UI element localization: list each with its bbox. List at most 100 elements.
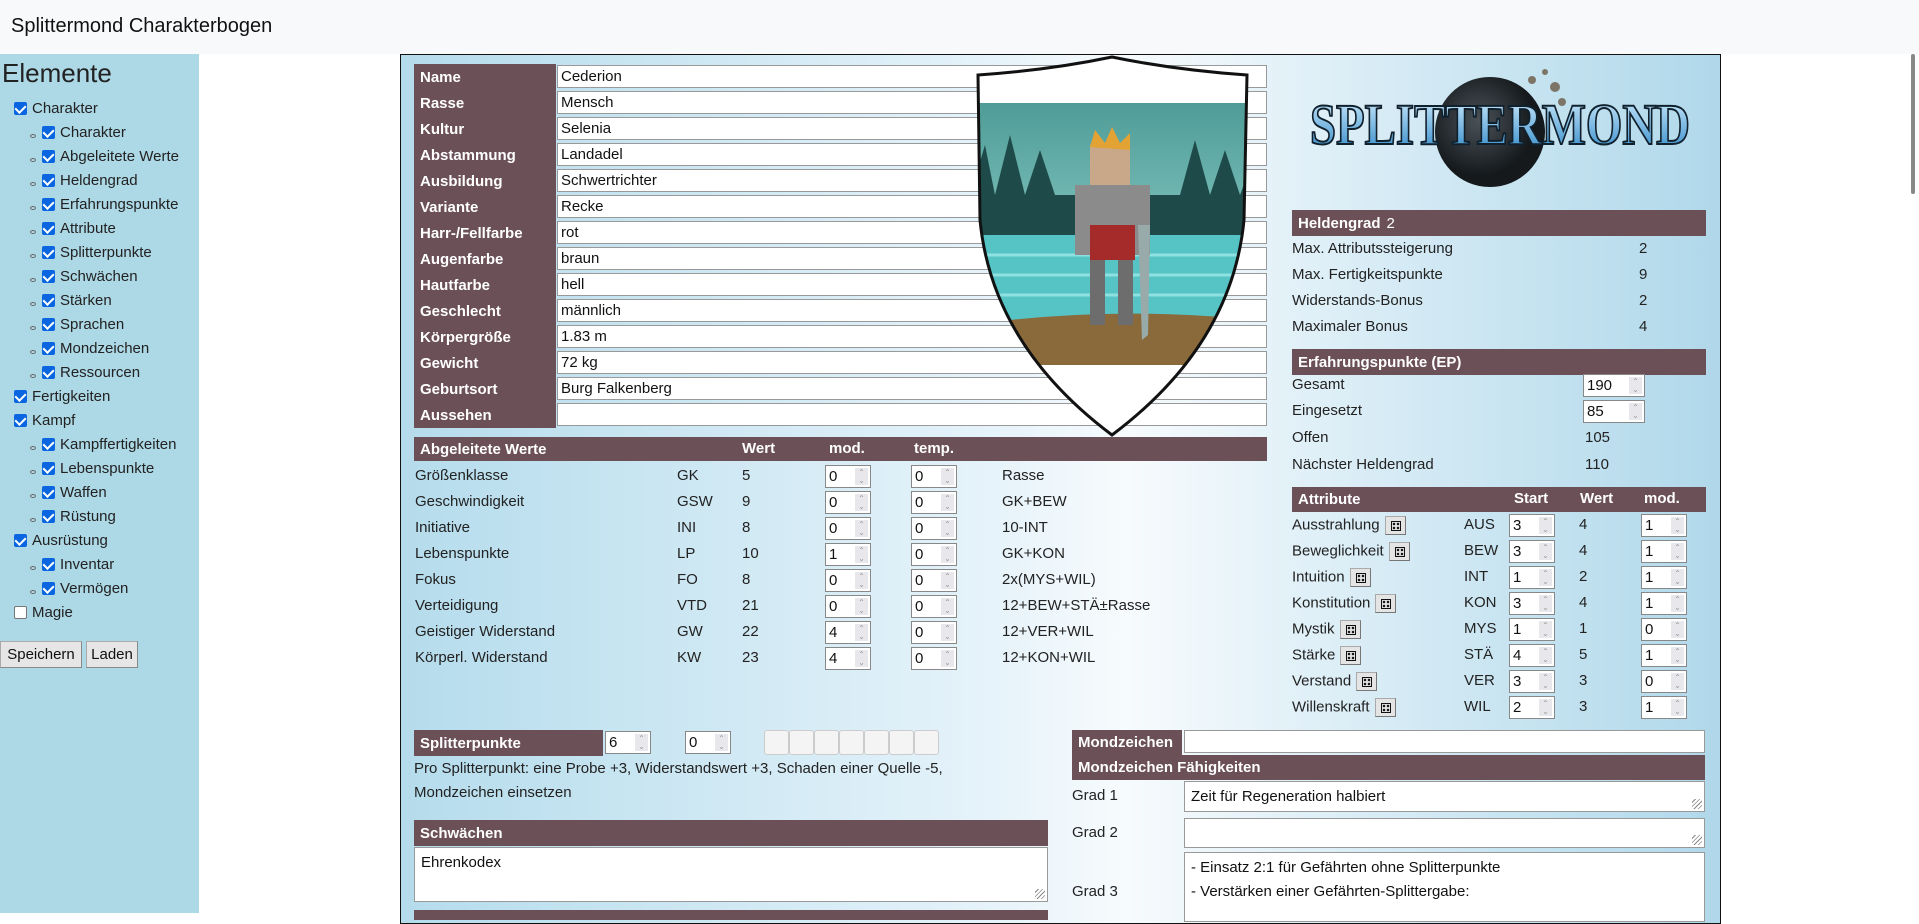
sidebar-item[interactable]: Abgeleitete Werte [30, 145, 179, 167]
spinner-icon[interactable]: ⌃ ⌄ [1629, 403, 1642, 420]
mondzeichen-input[interactable] [1184, 730, 1705, 753]
spinner-icon[interactable]: ⌃ ⌄ [941, 546, 954, 563]
roll-dice-button[interactable] [1375, 594, 1397, 613]
splitter-point-box[interactable] [764, 730, 789, 755]
spinner-icon[interactable]: ⌃ ⌄ [855, 624, 868, 641]
spinner-icon[interactable]: ⌃ ⌄ [1671, 673, 1684, 690]
checkbox[interactable] [14, 533, 27, 547]
checkbox[interactable] [42, 581, 55, 595]
attribute-start-input[interactable]: 4 ⌃ ⌄ [1509, 644, 1555, 667]
spinner-icon[interactable]: ⌃ ⌄ [1671, 543, 1684, 560]
sidebar-item[interactable]: Kampffertigkeiten [30, 433, 176, 455]
checkbox[interactable] [42, 317, 55, 331]
sidebar-item[interactable]: Charakter [14, 97, 98, 119]
derived-temp-input[interactable]: 0 ⌃ ⌄ [911, 465, 957, 488]
sidebar-item[interactable]: Rüstung [30, 505, 116, 527]
attribute-mod-input[interactable]: 0 ⌃ ⌄ [1641, 618, 1687, 641]
checkbox[interactable] [42, 197, 55, 211]
grade-textarea[interactable]: Zeit für Regeneration halbiert [1184, 781, 1705, 812]
roll-dice-button[interactable] [1388, 542, 1410, 561]
spinner-icon[interactable]: ⌃ ⌄ [941, 468, 954, 485]
attribute-mod-input[interactable]: 1 ⌃ ⌄ [1641, 540, 1687, 563]
derived-mod-input[interactable]: 0 ⌃ ⌄ [825, 491, 871, 514]
spinner-icon[interactable]: ⌃ ⌄ [1539, 699, 1552, 716]
spinner-icon[interactable]: ⌃ ⌄ [635, 734, 648, 751]
spinner-icon[interactable]: ⌃ ⌄ [1539, 543, 1552, 560]
attribute-start-input[interactable]: 3 ⌃ ⌄ [1509, 670, 1555, 693]
checkbox[interactable] [42, 461, 55, 475]
ep-eingesetzt-input[interactable]: 85 ⌃ ⌄ [1583, 400, 1645, 423]
resize-handle-icon[interactable] [1692, 835, 1702, 845]
sidebar-item[interactable]: Stärken [30, 289, 112, 311]
checkbox[interactable] [42, 245, 55, 259]
checkbox[interactable] [42, 149, 55, 163]
splitter-used-input[interactable]: 0 ⌃ ⌄ [685, 731, 731, 754]
spinner-icon[interactable]: ⌃ ⌄ [855, 572, 868, 589]
checkbox[interactable] [42, 173, 55, 187]
spinner-icon[interactable]: ⌃ ⌄ [941, 494, 954, 511]
roll-dice-button[interactable] [1340, 646, 1362, 665]
derived-temp-input[interactable]: 0 ⌃ ⌄ [911, 595, 957, 618]
splitter-total-input[interactable]: 6 ⌃ ⌄ [605, 731, 651, 754]
spinner-icon[interactable]: ⌃ ⌄ [855, 650, 868, 667]
spinner-icon[interactable]: ⌃ ⌄ [1671, 699, 1684, 716]
resize-handle-icon[interactable] [1035, 889, 1045, 899]
spinner-icon[interactable]: ⌃ ⌄ [941, 598, 954, 615]
checkbox[interactable] [42, 293, 55, 307]
spinner-icon[interactable]: ⌃ ⌄ [1671, 595, 1684, 612]
attribute-start-input[interactable]: 1 ⌃ ⌄ [1509, 618, 1555, 641]
save-button[interactable]: Speichern [0, 641, 82, 668]
derived-mod-input[interactable]: 0 ⌃ ⌄ [825, 517, 871, 540]
attribute-mod-input[interactable]: 1 ⌃ ⌄ [1641, 592, 1687, 615]
splitter-point-box[interactable] [839, 730, 864, 755]
sidebar-item[interactable]: Ressourcen [30, 361, 140, 383]
derived-temp-input[interactable]: 0 ⌃ ⌄ [911, 569, 957, 592]
checkbox[interactable] [14, 605, 27, 619]
grade-textarea[interactable]: - Einsatz 2:1 für Gefährten ohne Splitte… [1184, 852, 1705, 922]
checkbox[interactable] [42, 125, 55, 139]
derived-mod-input[interactable]: 0 ⌃ ⌄ [825, 595, 871, 618]
ep-gesamt-input[interactable]: 190 ⌃ ⌄ [1583, 374, 1645, 397]
attribute-start-input[interactable]: 1 ⌃ ⌄ [1509, 566, 1555, 589]
sidebar-item[interactable]: Attribute [30, 217, 116, 239]
spinner-icon[interactable]: ⌃ ⌄ [941, 624, 954, 641]
spinner-icon[interactable]: ⌃ ⌄ [1671, 647, 1684, 664]
spinner-icon[interactable]: ⌃ ⌄ [1671, 517, 1684, 534]
spinner-icon[interactable]: ⌃ ⌄ [941, 572, 954, 589]
schwaechen-textarea[interactable]: Ehrenkodex [414, 847, 1048, 902]
derived-mod-input[interactable]: 1 ⌃ ⌄ [825, 543, 871, 566]
spinner-icon[interactable]: ⌃ ⌄ [1671, 621, 1684, 638]
spinner-icon[interactable]: ⌃ ⌄ [855, 520, 868, 537]
derived-mod-input[interactable]: 0 ⌃ ⌄ [825, 569, 871, 592]
spinner-icon[interactable]: ⌃ ⌄ [1629, 377, 1642, 394]
sidebar-item[interactable]: Sprachen [30, 313, 124, 335]
sidebar-item[interactable]: Kampf [14, 409, 75, 431]
roll-dice-button[interactable] [1356, 672, 1378, 691]
spinner-icon[interactable]: ⌃ ⌄ [1539, 517, 1552, 534]
derived-temp-input[interactable]: 0 ⌃ ⌄ [911, 543, 957, 566]
splitter-point-box[interactable] [789, 730, 814, 755]
checkbox[interactable] [42, 485, 55, 499]
splitter-point-box[interactable] [814, 730, 839, 755]
sidebar-item[interactable]: Waffen [30, 481, 107, 503]
splitter-point-box[interactable] [889, 730, 914, 755]
attribute-mod-input[interactable]: 1 ⌃ ⌄ [1641, 514, 1687, 537]
sidebar-item[interactable]: Schwächen [30, 265, 138, 287]
checkbox[interactable] [14, 413, 27, 427]
spinner-icon[interactable]: ⌃ ⌄ [855, 468, 868, 485]
sidebar-item[interactable]: Lebenspunkte [30, 457, 154, 479]
sidebar-item[interactable]: Heldengrad [30, 169, 138, 191]
roll-dice-button[interactable] [1384, 516, 1406, 535]
spinner-icon[interactable]: ⌃ ⌄ [1539, 595, 1552, 612]
checkbox[interactable] [42, 365, 55, 379]
sidebar-item[interactable]: Magie [14, 601, 73, 623]
sidebar-item[interactable]: Mondzeichen [30, 337, 149, 359]
checkbox[interactable] [42, 509, 55, 523]
scrollbar[interactable] [1911, 54, 1915, 194]
splitter-point-box[interactable] [914, 730, 939, 755]
resize-handle-icon[interactable] [1692, 799, 1702, 809]
spinner-icon[interactable]: ⌃ ⌄ [1539, 647, 1552, 664]
derived-mod-input[interactable]: 0 ⌃ ⌄ [825, 465, 871, 488]
checkbox[interactable] [14, 389, 27, 403]
sidebar-item[interactable]: Fertigkeiten [14, 385, 110, 407]
